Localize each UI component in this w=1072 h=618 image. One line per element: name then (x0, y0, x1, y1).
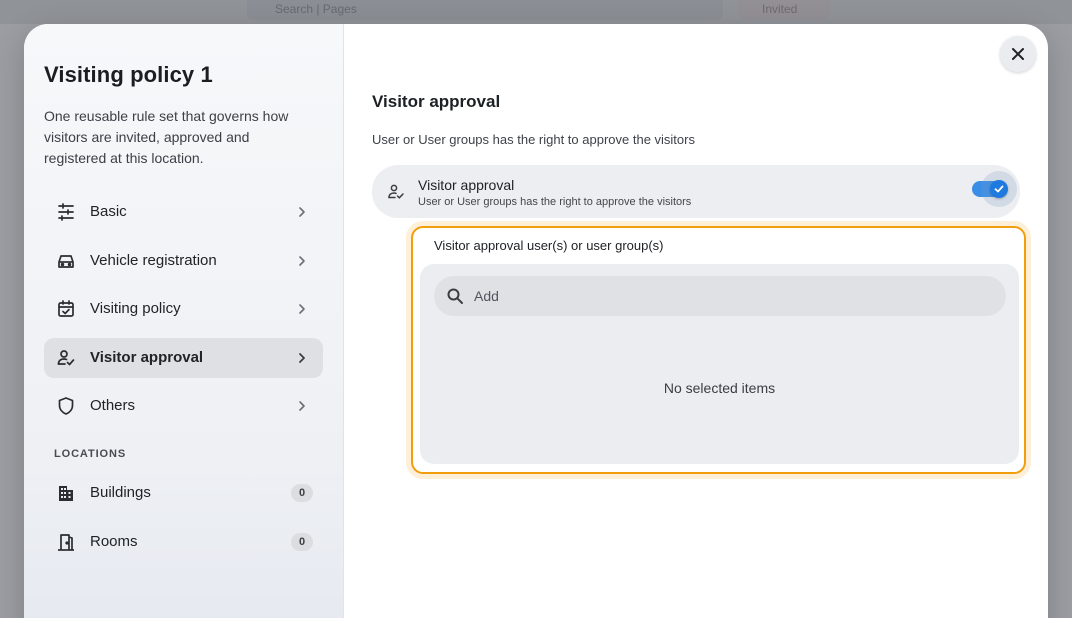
search-icon (447, 288, 463, 304)
chevron-right-icon (299, 304, 305, 314)
shield-icon (58, 397, 74, 415)
count-badge: 0 (291, 533, 313, 551)
switch-knob[interactable] (990, 180, 1008, 198)
sidebar-item-buildings[interactable]: Buildings 0 (44, 473, 323, 513)
sliders-icon (58, 203, 74, 221)
sidebar-item-rooms[interactable]: Rooms 0 (44, 522, 323, 562)
section-title: Visitor approval (372, 92, 501, 111)
sidebar-item-basic[interactable]: Basic (44, 192, 323, 232)
person-check-icon (388, 184, 404, 199)
approvers-field-label: Visitor approval user(s) or user group(s… (434, 238, 664, 253)
sidebar-item-label: Visiting policy (90, 300, 181, 317)
person-check-icon (57, 349, 75, 365)
visiting-policy-dialog: Visiting policy 1 One reusable rule set … (24, 24, 1048, 618)
sidebar-item-vehicle-registration[interactable]: Vehicle registration (44, 241, 323, 281)
toggle-label: Visitor approval (418, 177, 515, 193)
close-icon (1012, 48, 1024, 60)
locations-heading: LOCATIONS (54, 448, 127, 460)
sidebar-item-label: Visitor approval (90, 348, 204, 366)
policy-title: Visiting policy 1 (44, 62, 213, 87)
dialog-sidebar: Visiting policy 1 One reusable rule set … (24, 24, 344, 618)
building-icon (59, 486, 73, 501)
empty-state-text: No selected items (663, 380, 776, 396)
door-icon (58, 534, 74, 551)
sidebar-item-others[interactable]: Others (44, 386, 323, 426)
approvers-search-input[interactable]: Add (434, 276, 1006, 316)
sidebar-item-visiting-policy[interactable]: Visiting policy (44, 289, 323, 329)
car-icon (58, 254, 74, 268)
chevron-right-icon (299, 352, 305, 363)
count-badge: 0 (291, 484, 313, 502)
sidebar-item-label: Rooms (90, 533, 138, 550)
sidebar-nav: Basic Vehicle registration Visiting poli… (44, 192, 323, 435)
calendar-check-icon (58, 300, 74, 317)
chevron-right-icon (299, 207, 305, 217)
sidebar-item-label: Buildings (90, 484, 151, 501)
visitor-approval-toggle-card: Visitor approval User or User groups has… (372, 165, 1020, 218)
checkmark-icon (994, 185, 1004, 193)
toggle-sublabel: User or User groups has the right to app… (418, 196, 692, 208)
close-button[interactable] (1000, 36, 1036, 72)
policy-description: One reusable rule set that governs how v… (44, 108, 289, 166)
chevron-right-icon (299, 255, 305, 266)
search-placeholder: Add (474, 288, 499, 304)
section-description: User or User groups has the right to app… (372, 132, 695, 147)
sidebar-item-label: Others (90, 397, 136, 414)
dialog-main: Visitor approval User or User groups has… (344, 24, 1048, 618)
sidebar-item-label: Vehicle registration (90, 251, 217, 269)
sidebar-item-visitor-approval[interactable]: Visitor approval (44, 337, 323, 378)
locations-list: Buildings 0 Rooms 0 (44, 473, 323, 571)
sidebar-item-label: Basic (90, 203, 127, 220)
chevron-right-icon (299, 401, 305, 411)
